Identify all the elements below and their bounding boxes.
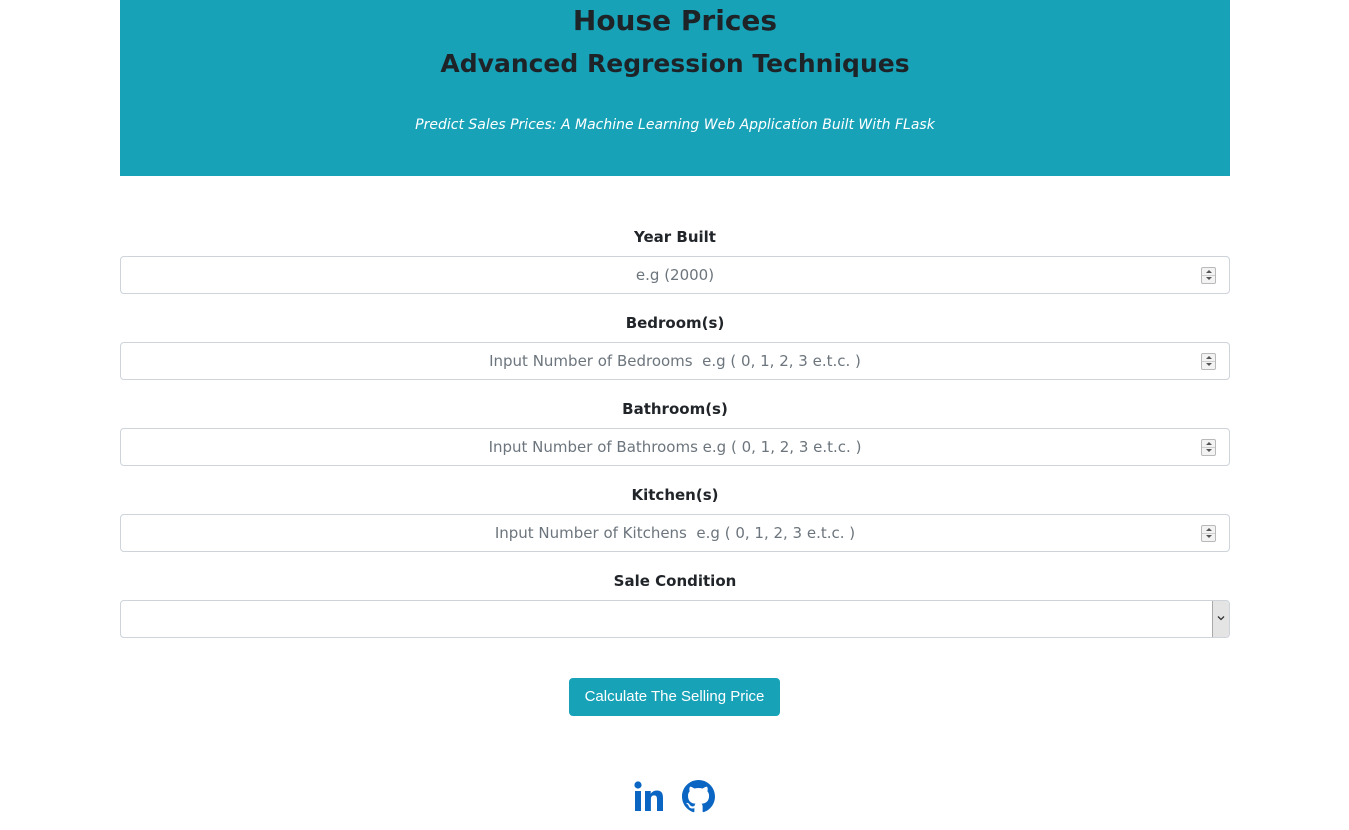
header-banner: House Prices Advanced Regression Techniq…: [120, 0, 1230, 176]
page: House Prices Advanced Regression Techniq…: [0, 0, 1349, 830]
page-title: House Prices: [572, 4, 778, 37]
bathrooms-stepper[interactable]: [1201, 439, 1216, 456]
tagline: Predict Sales Prices: A Machine Learning…: [415, 117, 935, 133]
github-link[interactable]: [682, 780, 715, 817]
github-icon: [682, 780, 715, 813]
decrement-arrow-icon[interactable]: [1202, 447, 1215, 455]
linkedin-link[interactable]: [633, 780, 664, 817]
bedrooms-stepper[interactable]: [1201, 353, 1216, 370]
kitchens-stepper[interactable]: [1201, 525, 1216, 542]
year-built-stepper[interactable]: [1201, 267, 1216, 284]
chevron-down-icon: [1217, 616, 1225, 621]
kitchens-label: Kitchen(s): [631, 486, 719, 504]
kitchens-input[interactable]: Input Number of Kitchens e.g ( 0, 1, 2, …: [120, 514, 1230, 552]
bedrooms-placeholder: Input Number of Bedrooms e.g ( 0, 1, 2, …: [489, 352, 861, 370]
bedrooms-label: Bedroom(s): [625, 314, 725, 332]
kitchens-placeholder: Input Number of Kitchens e.g ( 0, 1, 2, …: [494, 524, 856, 542]
year-built-label: Year Built: [634, 228, 716, 246]
bathrooms-input[interactable]: Input Number of Bathrooms e.g ( 0, 1, 2,…: [120, 428, 1230, 466]
decrement-arrow-icon[interactable]: [1202, 361, 1215, 369]
bedrooms-input[interactable]: Input Number of Bedrooms e.g ( 0, 1, 2, …: [120, 342, 1230, 380]
bathrooms-placeholder: Input Number of Bathrooms e.g ( 0, 1, 2,…: [488, 438, 862, 456]
bathrooms-label: Bathroom(s): [622, 400, 728, 418]
sale-condition-select[interactable]: [120, 600, 1230, 638]
page-subtitle: Advanced Regression Techniques: [440, 49, 910, 78]
decrement-arrow-icon[interactable]: [1202, 275, 1215, 283]
sale-condition-label: Sale Condition: [613, 572, 737, 590]
linkedin-icon: [634, 781, 663, 811]
decrement-arrow-icon[interactable]: [1202, 533, 1215, 541]
year-built-input[interactable]: e.g (2000): [120, 256, 1230, 294]
dropdown-button[interactable]: [1212, 601, 1229, 637]
calculate-price-button[interactable]: Calculate The Selling Price: [569, 678, 780, 716]
year-built-placeholder: e.g (2000): [635, 266, 715, 284]
